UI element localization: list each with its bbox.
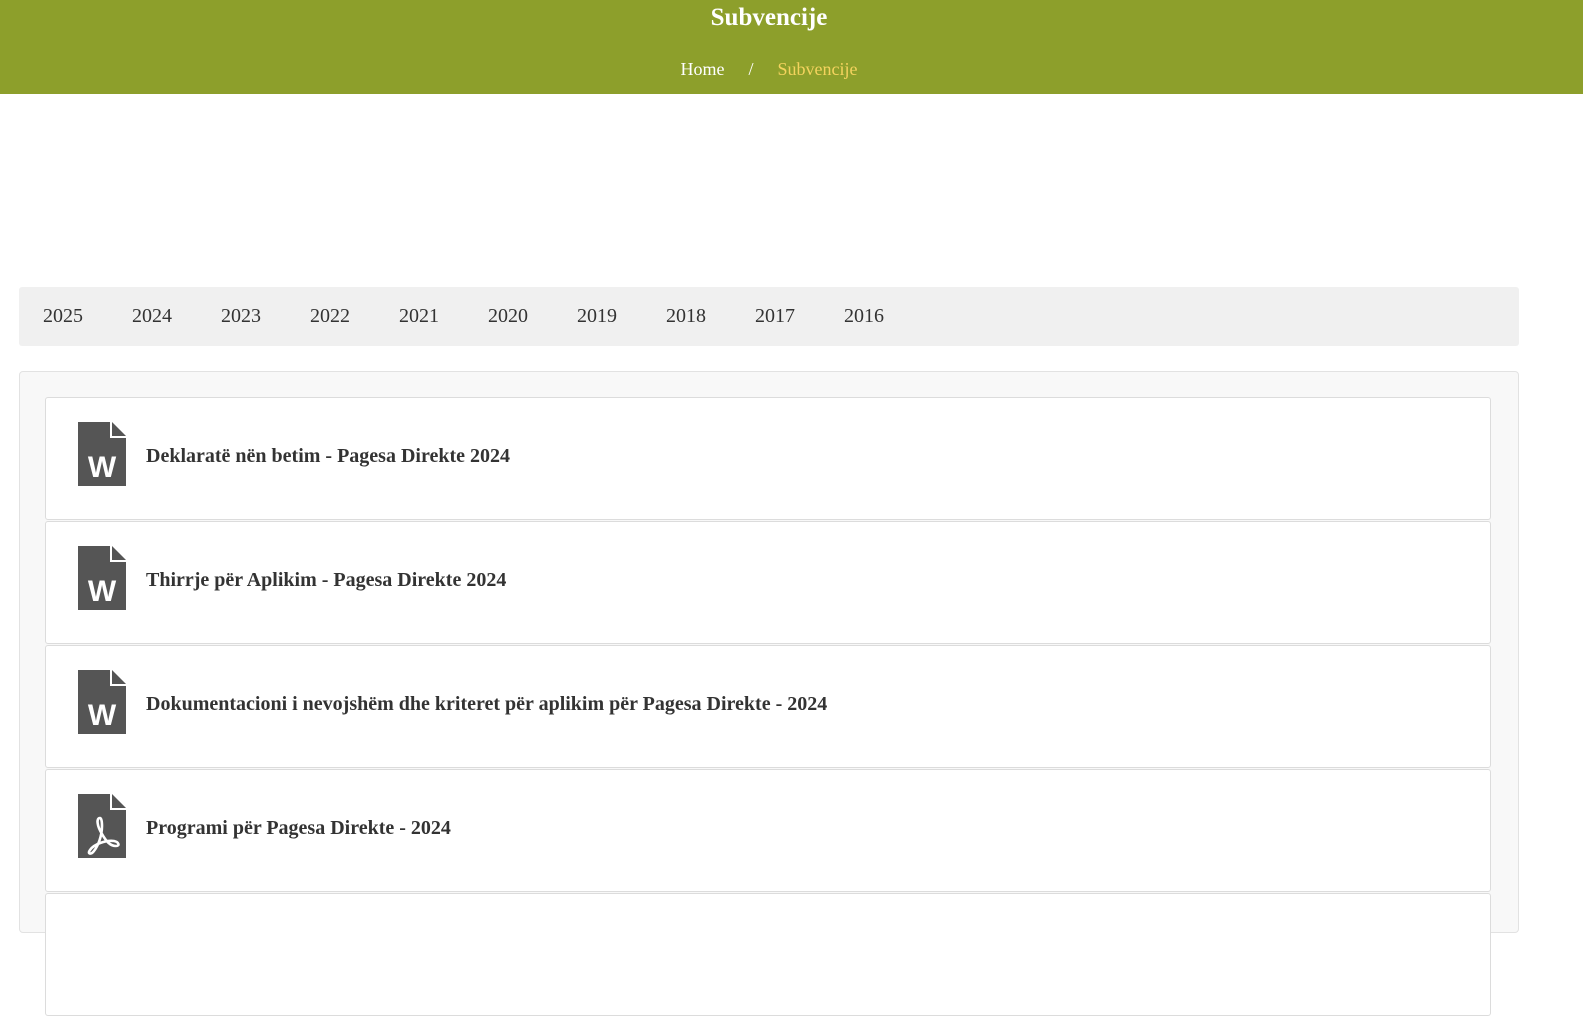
pdf-file-icon bbox=[78, 794, 126, 858]
year-tab-2019[interactable]: 2019 bbox=[577, 305, 617, 327]
year-tabs: 2025 2024 2023 2022 2021 2020 2019 2018 … bbox=[19, 287, 1519, 346]
document-item[interactable]: W Deklaratë nën betim - Pagesa Direkte 2… bbox=[45, 397, 1491, 520]
year-tab-2018[interactable]: 2018 bbox=[666, 305, 706, 327]
svg-text:W: W bbox=[88, 699, 117, 732]
breadcrumb: Home / Subvencije bbox=[0, 58, 1538, 80]
word-file-icon: W bbox=[78, 546, 126, 610]
svg-text:W: W bbox=[88, 451, 117, 484]
document-title[interactable]: Dokumentacioni i nevojshëm dhe kriteret … bbox=[146, 692, 827, 716]
page-header: Subvencije Home / Subvencije bbox=[0, 0, 1583, 94]
year-tab-2020[interactable]: 2020 bbox=[488, 305, 528, 327]
page-title: Subvencije bbox=[710, 4, 828, 31]
year-tab-2017[interactable]: 2017 bbox=[755, 305, 795, 327]
word-file-icon: W bbox=[78, 422, 126, 486]
document-item[interactable]: Programi për Pagesa Direkte - 2024 bbox=[45, 769, 1491, 892]
document-item[interactable]: W Dokumentacioni i nevojshëm dhe kritere… bbox=[45, 645, 1491, 768]
breadcrumb-current: Subvencije bbox=[777, 59, 858, 79]
document-title[interactable]: Deklaratë nën betim - Pagesa Direkte 202… bbox=[146, 444, 510, 468]
document-title[interactable]: Thirrje për Aplikim - Pagesa Direkte 202… bbox=[146, 568, 506, 592]
year-tab-2023[interactable]: 2023 bbox=[221, 305, 261, 327]
document-item[interactable]: W Thirrje për Aplikim - Pagesa Direkte 2… bbox=[45, 521, 1491, 644]
year-tab-2025[interactable]: 2025 bbox=[43, 305, 83, 327]
breadcrumb-home-link[interactable]: Home bbox=[681, 59, 725, 79]
year-tab-2021[interactable]: 2021 bbox=[399, 305, 439, 327]
year-tab-2016[interactable]: 2016 bbox=[844, 305, 884, 327]
year-tab-2022[interactable]: 2022 bbox=[310, 305, 350, 327]
word-file-icon: W bbox=[78, 670, 126, 734]
document-item[interactable] bbox=[45, 893, 1491, 1016]
document-title[interactable]: Programi për Pagesa Direkte - 2024 bbox=[146, 816, 451, 840]
year-tab-2024[interactable]: 2024 bbox=[132, 305, 172, 327]
svg-text:W: W bbox=[88, 575, 117, 608]
breadcrumb-separator: / bbox=[748, 59, 754, 79]
